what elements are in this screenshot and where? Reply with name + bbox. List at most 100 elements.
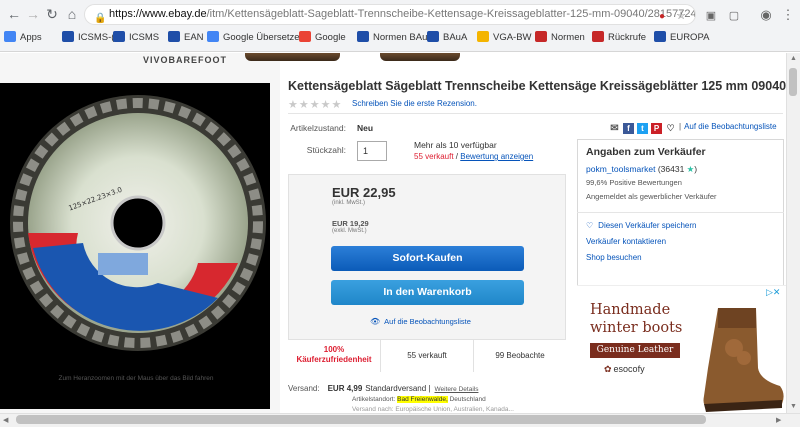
bookmark-item[interactable]: EUROPA xyxy=(654,30,709,46)
bookmark-item[interactable]: Apps xyxy=(4,30,42,46)
bookmark-favicon-icon xyxy=(113,31,125,42)
address-bar[interactable]: 🔒 https://www.ebay.de/itm/Kettensägeblat… xyxy=(84,4,696,25)
back-icon[interactable]: ← xyxy=(6,6,22,22)
bookmark-favicon-icon xyxy=(592,31,604,42)
banner-shoe-image xyxy=(245,53,340,61)
seller-count: (36431 xyxy=(657,164,685,174)
seller-title: Angaben zum Verkäufer xyxy=(586,146,706,158)
save-seller-link[interactable]: ♡ Diesen Verkäufer speichern xyxy=(586,221,696,230)
ad-headline-1: Handmade xyxy=(590,302,671,318)
satisfaction-label: Käuferzufriedenheit xyxy=(296,355,372,364)
add-to-cart-button[interactable]: In den Warenkorb xyxy=(331,280,524,305)
bookmark-item[interactable]: Google xyxy=(299,30,346,46)
zoom-hint: Zum Heranzoomen mit der Maus über das Bi… xyxy=(58,375,214,382)
seller-name[interactable]: pokm_toolsmarket xyxy=(586,164,655,174)
profile-icon[interactable]: ◉ xyxy=(758,7,774,23)
boot-image xyxy=(703,308,784,412)
url-path: /itm/Kettensägeblatt-Sageblatt-Trennsche… xyxy=(206,8,696,20)
shipping-label: Versand: xyxy=(288,384,320,393)
sold-stat: 55 verkauft xyxy=(381,340,474,372)
seller-feedback-count[interactable]: (36431 ★) xyxy=(658,164,697,174)
bookmark-item[interactable]: Normen BAuA xyxy=(357,30,434,46)
url-host: https://www.ebay.de xyxy=(109,8,207,20)
bookmark-item[interactable]: Rückrufe xyxy=(592,30,646,46)
share-watch-link[interactable]: Auf die Beobachtungsliste xyxy=(684,122,777,131)
item-location: Artikelstandort: Bad Freienwalde, Deutsc… xyxy=(352,396,486,403)
visit-shop-link[interactable]: Shop besuchen xyxy=(586,253,642,262)
write-review-link[interactable]: Schreiben Sie die erste Rezension. xyxy=(352,99,477,108)
ad-brand-name: esocofy xyxy=(613,364,645,374)
reload-icon[interactable]: ↻ xyxy=(44,6,60,22)
bookmark-favicon-icon xyxy=(654,31,666,42)
vertical-scrollbar[interactable] xyxy=(786,53,800,413)
extension-icon[interactable]: ● xyxy=(654,9,670,25)
email-icon[interactable]: ✉ xyxy=(609,123,620,134)
ad-badge: Genuine Leather xyxy=(590,343,680,358)
price: EUR 22,95 xyxy=(332,185,396,200)
horizontal-scrollbar-thumb[interactable] xyxy=(16,415,706,424)
twitter-icon[interactable]: t xyxy=(637,123,648,134)
ebay-page: VIVOBAREFOOT 125×22.23×3.0 Zum Heranzoom… xyxy=(0,53,786,413)
bookmark-item[interactable]: Normen xyxy=(535,30,585,46)
adchoices-icon[interactable]: ▷✕ xyxy=(766,287,780,298)
quantity-label: Stückzahl: xyxy=(306,145,346,155)
price-net-note: (exkl. MwSt.) xyxy=(332,228,367,234)
availability-text: Mehr als 10 verfügbar xyxy=(414,140,497,150)
location-prefix: Artikelstandort: xyxy=(352,396,396,403)
bookmark-favicon-icon xyxy=(535,31,547,42)
forward-icon[interactable]: → xyxy=(25,6,41,22)
watchlist-label: Auf die Beobachtungsliste xyxy=(384,317,471,326)
heart-outline-icon: ♡ xyxy=(586,221,594,230)
bookmark-favicon-icon xyxy=(357,31,369,42)
heart-icon[interactable]: ♡ xyxy=(665,123,676,134)
facebook-icon[interactable]: f xyxy=(623,123,634,134)
bookmark-star-icon[interactable]: ☆ xyxy=(673,8,689,24)
sold-count[interactable]: 55 verkauft xyxy=(414,152,454,161)
ships-to: Versand nach: Europäische Union, Austral… xyxy=(352,406,514,413)
scroll-up-icon[interactable]: ▲ xyxy=(790,55,797,62)
contact-seller-link[interactable]: Verkäufer kontaktieren xyxy=(586,237,666,246)
shipping-details-link[interactable]: Weitere Details xyxy=(435,386,479,393)
bookmark-label: BAuA xyxy=(443,32,468,43)
bookmark-label: EUROPA xyxy=(670,32,710,43)
scroll-left-icon[interactable]: ◀ xyxy=(3,416,8,424)
seller-count-close: ) xyxy=(694,164,698,174)
product-image[interactable]: 125×22.23×3.0 xyxy=(0,83,270,409)
ad-headline: Handmade winter boots xyxy=(590,301,682,337)
bookmark-item[interactable]: BAuA xyxy=(427,30,467,46)
ad-headline-2: winter boots xyxy=(590,320,683,336)
sold-line: 55 verkauft / Bewertung anzeigen xyxy=(414,152,533,161)
bookmark-item[interactable]: EAN xyxy=(168,30,204,46)
share-sep: | xyxy=(679,122,682,131)
bookmark-item[interactable]: Google Übersetzer xyxy=(207,30,303,46)
bookmark-favicon-icon xyxy=(62,31,74,42)
rating-stars: ★★★★★ xyxy=(288,99,343,111)
bookmark-favicon-icon xyxy=(299,31,311,42)
seller-registered: Angemeldet als gewerblicher Verkäufer xyxy=(586,192,717,201)
buy-now-button[interactable]: Sofort-Kaufen xyxy=(331,246,524,271)
lock-icon: 🔒 xyxy=(94,13,107,24)
bookmark-favicon-icon xyxy=(4,31,16,42)
home-icon[interactable]: ⌂ xyxy=(64,6,80,22)
product-title: Kettensägeblatt Sägeblatt Trennscheibe K… xyxy=(288,79,786,93)
save-seller-label: Diesen Verkäufer speichern xyxy=(598,221,697,230)
price-note: (inkl. MwSt.) xyxy=(332,200,365,206)
bookmark-item[interactable]: VGA-BW xyxy=(477,30,532,46)
bookmark-label: VGA-BW xyxy=(493,32,532,43)
menu-icon[interactable]: ⋮ xyxy=(780,7,796,23)
ratings-link[interactable]: Bewertung anzeigen xyxy=(460,152,533,161)
bookmark-favicon-icon xyxy=(168,31,180,42)
extension-3-icon[interactable]: ▢ xyxy=(726,8,742,24)
banner-brand[interactable]: VIVOBAREFOOT xyxy=(143,55,227,65)
watchlist-link[interactable]: 👁 Auf die Beobachtungsliste xyxy=(370,317,471,326)
extension-2-icon[interactable]: ▣ xyxy=(703,8,719,24)
pinterest-icon[interactable]: P xyxy=(651,123,662,134)
bookmark-item[interactable]: ICSMS xyxy=(113,30,159,46)
banner-shoe-image-2 xyxy=(380,53,460,61)
shipping-price: EUR 4,99 xyxy=(327,384,363,393)
quantity-input[interactable]: 1 xyxy=(357,141,387,161)
scroll-right-icon[interactable]: ▶ xyxy=(776,416,781,424)
vertical-scrollbar-thumb[interactable] xyxy=(789,68,797,96)
scroll-down-icon[interactable]: ▼ xyxy=(790,403,797,410)
ad-brand: ✿ esocofy xyxy=(604,364,645,375)
